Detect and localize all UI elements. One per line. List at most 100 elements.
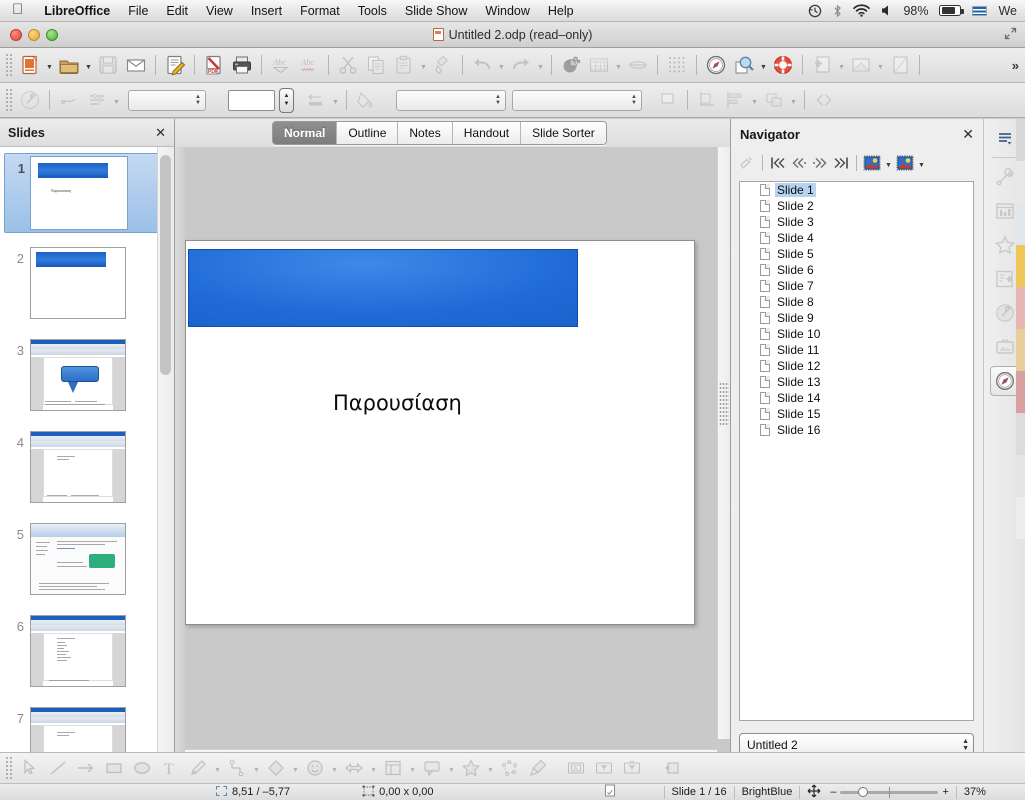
arrange-objects-button[interactable] (760, 86, 788, 114)
help-button[interactable] (769, 51, 797, 79)
zoom-button[interactable] (730, 51, 758, 79)
ellipse-tool-button[interactable] (128, 754, 156, 782)
redo-button[interactable] (507, 51, 535, 79)
arrow-style-button[interactable] (302, 86, 330, 114)
navigator-item-15[interactable]: Slide 15 (740, 406, 973, 422)
arrange-dropdown[interactable]: ▼ (788, 87, 799, 113)
line-width-input[interactable] (228, 89, 275, 111)
compass-icon[interactable] (989, 366, 1020, 396)
display-grid-button[interactable] (624, 51, 652, 79)
zoom-value-label[interactable]: 37% (964, 786, 986, 798)
redo-dropdown[interactable]: ▼ (535, 52, 546, 78)
flowchart-dropdown[interactable]: ▼ (407, 755, 418, 781)
drawing-toolbar-grip[interactable] (4, 755, 13, 781)
cut-button[interactable] (334, 51, 362, 79)
pencil-curve-icon[interactable] (184, 754, 212, 782)
smiley-icon[interactable] (301, 754, 329, 782)
image-icon[interactable] (590, 754, 618, 782)
slide-layout-dropdown[interactable]: ▼ (875, 52, 886, 78)
zoom-out-button[interactable]: – (830, 786, 836, 798)
zoom-slider-knob[interactable] (858, 786, 869, 797)
menu-item-format[interactable]: Format (291, 4, 349, 18)
navigator-item-13[interactable]: Slide 13 (740, 374, 973, 390)
tab-slide-sorter[interactable]: Slide Sorter (521, 122, 606, 144)
next-slide-icon[interactable] (810, 153, 830, 173)
block-arrows-dropdown[interactable]: ▼ (368, 755, 379, 781)
star-icon[interactable] (990, 230, 1020, 260)
copy-button[interactable] (362, 51, 390, 79)
battery-icon[interactable] (939, 5, 964, 16)
menu-item-insert[interactable]: Insert (242, 4, 291, 18)
text-box-icon[interactable]: A (562, 754, 590, 782)
wrench-icon[interactable] (990, 162, 1020, 192)
master-slides-icon[interactable] (990, 264, 1020, 294)
print-preview-button[interactable]: Abc (267, 51, 295, 79)
line-width-stepper[interactable]: ▲ ▼ (279, 87, 294, 113)
navigator-item-5[interactable]: Slide 5 (740, 246, 973, 262)
clone-formatting-button[interactable] (429, 51, 457, 79)
shapes-view-dropdown[interactable]: ▼ (916, 150, 927, 176)
connector-icon[interactable] (223, 754, 251, 782)
arrow-style-dropdown[interactable]: ▼ (330, 87, 341, 113)
open-document-dropdown[interactable]: ▼ (83, 52, 94, 78)
chart-button[interactable] (557, 51, 585, 79)
close-icon[interactable]: ✕ (962, 126, 974, 143)
slides-panel-scroll-thumb[interactable] (160, 155, 171, 375)
curve-dropdown[interactable]: ▼ (212, 755, 223, 781)
edit-points-button[interactable] (810, 86, 838, 114)
navigator-item-10[interactable]: Slide 10 (740, 326, 973, 342)
slide-layout-button[interactable] (847, 51, 875, 79)
slide-title-banner[interactable] (188, 249, 578, 327)
email-button[interactable] (122, 51, 150, 79)
select-tool-button[interactable] (16, 754, 44, 782)
navigator-item-3[interactable]: Slide 3 (740, 214, 973, 230)
navigator-item-6[interactable]: Slide 6 (740, 262, 973, 278)
chevron-up-down-icon[interactable]: ▲ ▼ (962, 738, 969, 752)
canvas-vertical-scrollbar[interactable] (717, 147, 730, 739)
area-style-select[interactable]: ▲ ▼ (396, 89, 506, 111)
tab-notes[interactable]: Notes (398, 122, 453, 144)
flowchart-icon[interactable] (379, 754, 407, 782)
open-document-button[interactable] (55, 51, 83, 79)
slides-panel-body[interactable]: 1 Παρουσίαση 2 3 4 5 6 7 (0, 147, 174, 769)
pointer-icon[interactable] (737, 153, 757, 173)
menu-item-help[interactable]: Help (539, 4, 583, 18)
shapes-view-icon[interactable] (895, 153, 915, 173)
paste-button[interactable] (390, 51, 418, 79)
slide-thumbnail-3[interactable]: 3 (4, 339, 162, 411)
line-style-button[interactable] (55, 86, 83, 114)
table-button[interactable] (585, 51, 613, 79)
align-dropdown[interactable]: ▼ (749, 87, 760, 113)
double-arrow-icon[interactable] (340, 754, 368, 782)
navigator-button[interactable] (702, 51, 730, 79)
spelling-button[interactable]: Abc (295, 51, 323, 79)
menu-item-tools[interactable]: Tools (349, 4, 396, 18)
symbol-shapes-dropdown[interactable]: ▼ (329, 755, 340, 781)
canvas-viewport[interactable]: Παρουσίαση (185, 147, 717, 739)
crop-button[interactable] (693, 86, 721, 114)
callout-icon[interactable] (418, 754, 446, 782)
first-slide-icon[interactable] (768, 153, 788, 173)
navigator-item-11[interactable]: Slide 11 (740, 342, 973, 358)
shadow-button[interactable] (654, 86, 682, 114)
slide-thumbnail-1[interactable]: 1 Παρουσίαση (4, 153, 162, 233)
wifi-icon[interactable] (853, 4, 871, 17)
diamond-icon[interactable] (262, 754, 290, 782)
last-slide-icon[interactable] (831, 153, 851, 173)
slide-thumbnail-4[interactable]: 4 (4, 431, 162, 503)
navigator-slide-list[interactable]: Slide 1 Slide 2 Slide 3 Slide 4 Slide 5 … (739, 181, 974, 721)
menu-item-edit[interactable]: Edit (157, 4, 197, 18)
fill-style-button[interactable] (352, 86, 380, 114)
grid-visible-button[interactable] (663, 51, 691, 79)
glue-point-icon[interactable] (524, 754, 552, 782)
star-shape-icon[interactable] (457, 754, 485, 782)
line-tool-button[interactable] (44, 754, 72, 782)
edit-mode-button[interactable] (161, 51, 189, 79)
export-pdf-button[interactable]: PDF (200, 51, 228, 79)
toolbar-grip-2[interactable] (4, 87, 13, 113)
sidebar-settings-icon[interactable] (990, 123, 1020, 153)
line-settings-button[interactable] (83, 86, 111, 114)
input-language-label[interactable]: We (998, 4, 1017, 18)
menu-item-slide-show[interactable]: Slide Show (396, 4, 477, 18)
menu-item-window[interactable]: Window (476, 4, 538, 18)
